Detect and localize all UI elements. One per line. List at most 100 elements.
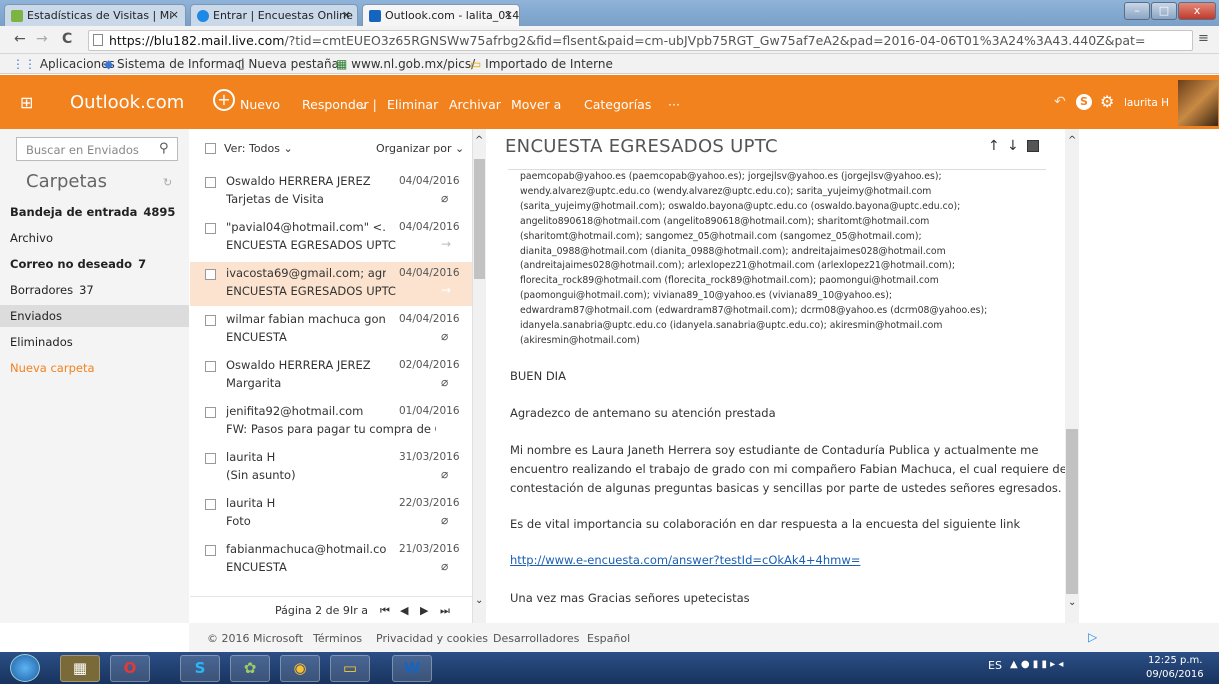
message-checkbox[interactable] [205,223,216,234]
bookmark-nl-gob[interactable]: ▦ www.nl.gob.mx/pics/ [336,57,475,71]
url-input[interactable]: https://blu182.mail.live.com/?tid=cmtEUE… [88,30,1193,51]
survey-link[interactable]: http://www.e-encuesta.com/answer?testId=… [510,553,860,567]
bookmark-nueva-pestana[interactable]: ▯ Nueva pestaña [238,57,339,71]
archive-button[interactable]: Archivar [449,97,501,112]
message-row[interactable]: fabianmachuca@hotmail.co... 21/03/2016 ENC… [190,538,472,582]
scroll-up-icon[interactable]: ^ [1068,135,1076,146]
forward-icon[interactable]: → [36,31,48,47]
sidebar-item-1[interactable]: Archivo [0,231,189,253]
last-page-icon[interactable]: ⏭ [440,604,450,618]
search-input[interactable]: Buscar en Enviados ⚲ [16,137,178,161]
reading-scrollbar[interactable]: ^ ⌄ [1065,129,1079,623]
sidebar-item-5[interactable]: Eliminados [0,335,189,357]
footer-privacy[interactable]: Privacidad y cookies [376,632,488,645]
language-indicator[interactable]: ES [988,659,1002,672]
refresh-icon[interactable]: ↻ [163,176,172,189]
undo-icon[interactable]: ↶ [1054,94,1066,110]
message-row[interactable]: laurita H 31/03/2016 (Sin asunto) ⌀ [190,446,472,490]
new-plus-icon[interactable]: + [213,89,235,111]
gear-icon[interactable]: ⚙ [1100,92,1114,111]
search-icon[interactable]: ⚲ [159,141,169,156]
tab-outlook[interactable]: Outlook.com - lalita_014 × [362,4,520,26]
brand-logo[interactable]: Outlook.com [70,92,184,113]
message-row[interactable]: "pavial04@hotmail.com" <... 04/04/2016 ENC… [190,216,472,260]
message-row[interactable]: ivacosta69@gmail.com; agr... 04/04/2016 EN… [190,262,472,306]
up-arrow-icon[interactable]: ↑ [988,138,1000,154]
popout-icon[interactable] [1027,140,1039,152]
message-checkbox[interactable] [205,269,216,280]
opera-taskbar-icon[interactable]: O [110,655,150,682]
delete-button[interactable]: Eliminar [387,97,438,112]
back-icon[interactable]: ← [14,31,26,47]
goto-link[interactable]: Ir a [350,604,368,617]
scroll-down-icon[interactable]: ⌄ [475,595,483,606]
calculator-taskbar-icon[interactable]: ▦ [60,655,100,682]
scroll-down-icon[interactable]: ⌄ [1068,597,1076,608]
message-checkbox[interactable] [205,177,216,188]
footer-developers[interactable]: Desarrolladores [493,632,579,645]
tray-icons[interactable]: ▲ ● ▮ ▮ ▸ ◂ [1010,659,1063,670]
first-page-icon[interactable]: ⏮ [380,604,390,618]
message-checkbox[interactable] [205,407,216,418]
scroll-up-icon[interactable]: ^ [475,135,483,146]
message-checkbox[interactable] [205,453,216,464]
footer-language[interactable]: Español [587,632,630,645]
message-checkbox[interactable] [205,545,216,556]
sidebar-item-0[interactable]: Bandeja de entrada 4895 [0,205,189,227]
message-checkbox[interactable] [205,499,216,510]
new-button[interactable]: Nuevo [240,97,280,112]
list-scrollbar[interactable]: ^ ⌄ [472,129,486,623]
close-tab-icon[interactable]: × [170,8,179,21]
reload-icon[interactable]: C [62,31,72,47]
close-tab-icon[interactable]: × [504,8,513,21]
message-row[interactable]: Oswaldo HERRERA JEREZ 02/04/2016 Margarita… [190,354,472,398]
avatar[interactable] [1178,80,1218,126]
message-checkbox[interactable] [205,315,216,326]
sidebar-item-3[interactable]: Borradores 37 [0,283,189,305]
sidebar-item-label: Archivo [10,231,53,245]
skype-taskbar-icon[interactable]: S [180,655,220,682]
next-page-icon[interactable]: ▶ [420,604,428,617]
explorer-taskbar-icon[interactable]: ▭ [330,655,370,682]
tab-encuestas[interactable]: Entrar | Encuestas Online × [190,4,358,26]
user-name[interactable]: laurita H [1124,97,1169,109]
app-launcher-icon[interactable]: ⊞ [20,93,33,112]
recipient-line: (andreitajaimes028@hotmail.com); arlexlo… [520,260,955,272]
scroll-thumb[interactable] [474,159,485,279]
site-icon: ▦ [336,57,352,71]
message-row[interactable]: Oswaldo HERRERA JEREZ 04/04/2016 Tarjetas … [190,170,472,214]
sidebar-item-4[interactable]: Enviados [0,305,189,327]
scroll-thumb[interactable] [1066,429,1078,594]
start-button[interactable] [10,654,40,682]
feedback-icon[interactable]: ▷ [1088,630,1097,644]
categories-button[interactable]: Categorías [584,97,651,112]
message-row[interactable]: wilmar fabian machuca gon... 04/04/2016 EN… [190,308,472,352]
close-tab-icon[interactable]: × [342,8,351,21]
select-all-checkbox[interactable] [205,143,216,154]
menu-icon[interactable]: ≡ [1198,31,1209,46]
prev-page-icon[interactable]: ◀ [400,604,408,617]
minimize-button[interactable]: – [1124,2,1150,20]
tab-estadisticas[interactable]: Estadísticas de Visitas | Mi × [4,4,186,26]
more-button[interactable]: ··· [668,97,680,112]
filter-dropdown[interactable]: Ver: Todos ⌄ [224,142,293,155]
bookmark-apps[interactable]: ⋮⋮ Aplicaciones [12,57,115,71]
bookmark-sistema[interactable]: ◆ Sistema de Informaci [104,57,244,71]
chrome-taskbar-icon[interactable]: ◉ [280,655,320,682]
sidebar-item-2[interactable]: Correo no deseado 7 [0,257,189,279]
skype-icon[interactable]: S [1076,94,1092,110]
sort-dropdown[interactable]: Organizar por ⌄ [376,142,464,155]
message-checkbox[interactable] [205,361,216,372]
close-window-button[interactable]: x [1178,2,1216,20]
down-arrow-icon[interactable]: ↓ [1007,138,1019,154]
word-taskbar-icon[interactable]: W [392,655,432,682]
people-taskbar-icon[interactable]: ✿ [230,655,270,682]
message-row[interactable]: jenifita92@hotmail.com 01/04/2016 FW: Paso… [190,400,472,444]
move-to-button[interactable]: Mover a [511,97,561,112]
message-row[interactable]: laurita H 22/03/2016 Foto ⌀ [190,492,472,536]
sidebar-item-6[interactable]: Nueva carpeta [0,361,189,383]
reply-chevron-icon[interactable]: ⌄ [358,97,368,112]
maximize-button[interactable]: □ [1151,2,1177,20]
footer-terms[interactable]: Términos [313,632,362,645]
bookmark-importado[interactable]: ▭ Importado de Interne [470,57,613,71]
